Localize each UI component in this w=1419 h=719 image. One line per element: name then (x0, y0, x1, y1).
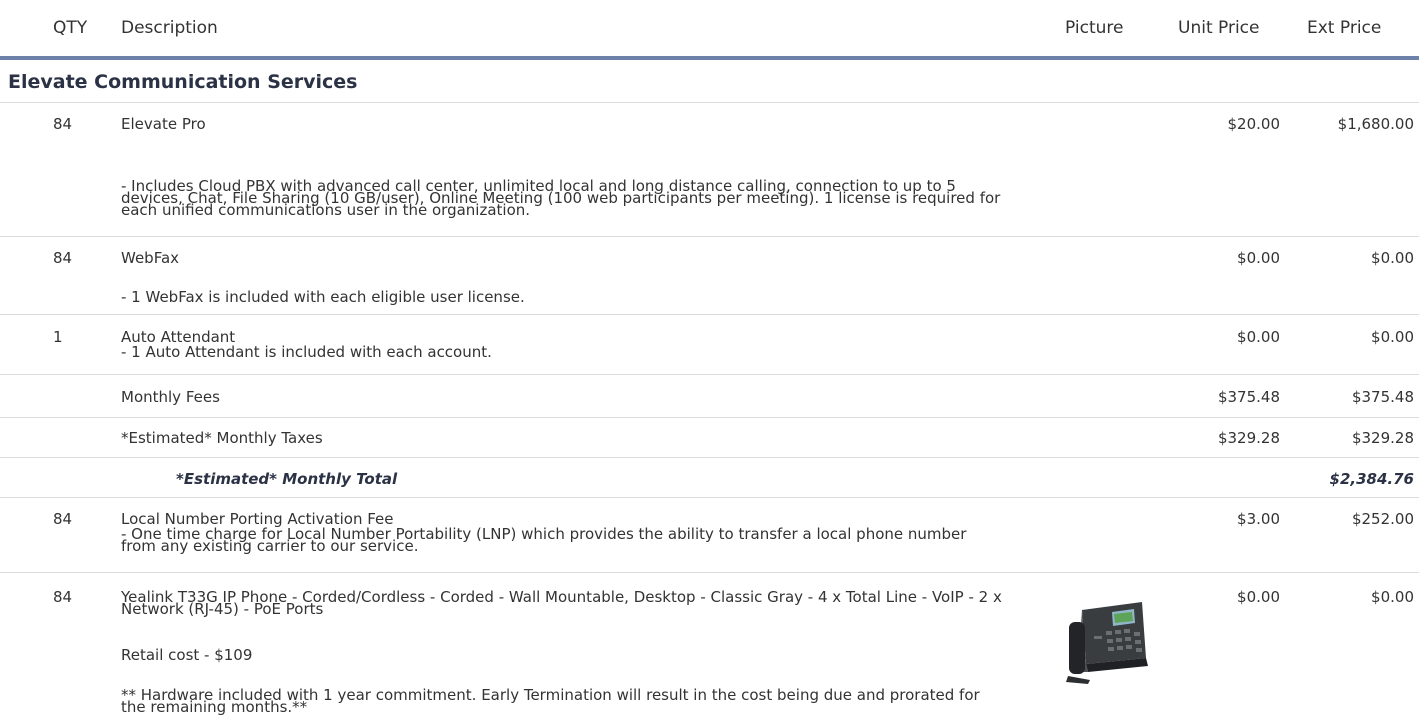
row-item-details: - 1 Auto Attendant is included with each… (121, 343, 492, 361)
unit-price-header: Unit Price (1178, 18, 1260, 38)
ip-phone-image (1066, 602, 1148, 684)
row-qty: 84 (53, 510, 73, 528)
table-header: QTY Description Picture Unit Price Ext P… (0, 0, 1419, 56)
qty-header: QTY (53, 18, 88, 38)
row-item-name: Yealink T33G IP Phone - Corded/Cordless … (121, 588, 1002, 618)
row-ext-price: $0.00 (1371, 328, 1414, 346)
row-divider (0, 572, 1419, 573)
row-unit-price: $3.00 (1237, 510, 1280, 528)
row-item-name: WebFax (121, 249, 180, 267)
row-item-note: ** Hardware included with 1 year commitm… (121, 686, 980, 716)
monthly-total-label: *Estimated* Monthly Total (176, 470, 398, 488)
row-divider (0, 102, 1419, 103)
row-item-details: - Includes Cloud PBX with advanced call … (121, 177, 1001, 219)
row-unit-price: $0.00 (1237, 328, 1280, 346)
fee-unit-price: $375.48 (1217, 388, 1280, 406)
row-qty: 84 (53, 249, 73, 267)
picture-header: Picture (1065, 18, 1124, 38)
description-header: Description (121, 18, 218, 38)
section-title: Elevate Communication Services (8, 71, 358, 93)
row-unit-price: $20.00 (1227, 115, 1281, 133)
monthly-total-value: $2,384.76 (1329, 470, 1414, 488)
row-divider (0, 236, 1419, 237)
row-item-details: - 1 WebFax is included with each eligibl… (121, 288, 525, 306)
row-ext-price: $1,680.00 (1337, 115, 1414, 133)
row-item-details: - One time charge for Local Number Porta… (121, 525, 967, 555)
row-divider (0, 374, 1419, 375)
row-unit-price: $0.00 (1237, 249, 1280, 267)
row-ext-price: $0.00 (1371, 588, 1414, 606)
header-divider (0, 56, 1419, 60)
tax-label: *Estimated* Monthly Taxes (121, 429, 323, 447)
row-divider (0, 314, 1419, 315)
fee-ext-price: $375.48 (1351, 388, 1414, 406)
row-qty: 1 (53, 328, 63, 346)
quote-table: QTY Description Picture Unit Price Ext P… (0, 0, 1419, 719)
tax-ext-price: $329.28 (1351, 429, 1414, 447)
row-qty: 84 (53, 588, 73, 606)
row-ext-price: $0.00 (1371, 249, 1414, 267)
row-retail-cost: Retail cost - $109 (121, 646, 253, 664)
row-divider (0, 457, 1419, 458)
row-ext-price: $252.00 (1351, 510, 1414, 528)
row-qty: 84 (53, 115, 73, 133)
row-item-name: Elevate Pro (121, 115, 206, 133)
row-unit-price: $0.00 (1237, 588, 1280, 606)
fee-label: Monthly Fees (121, 388, 220, 406)
row-divider (0, 497, 1419, 498)
tax-unit-price: $329.28 (1217, 429, 1280, 447)
row-divider (0, 417, 1419, 418)
ext-price-header: Ext Price (1307, 18, 1382, 38)
